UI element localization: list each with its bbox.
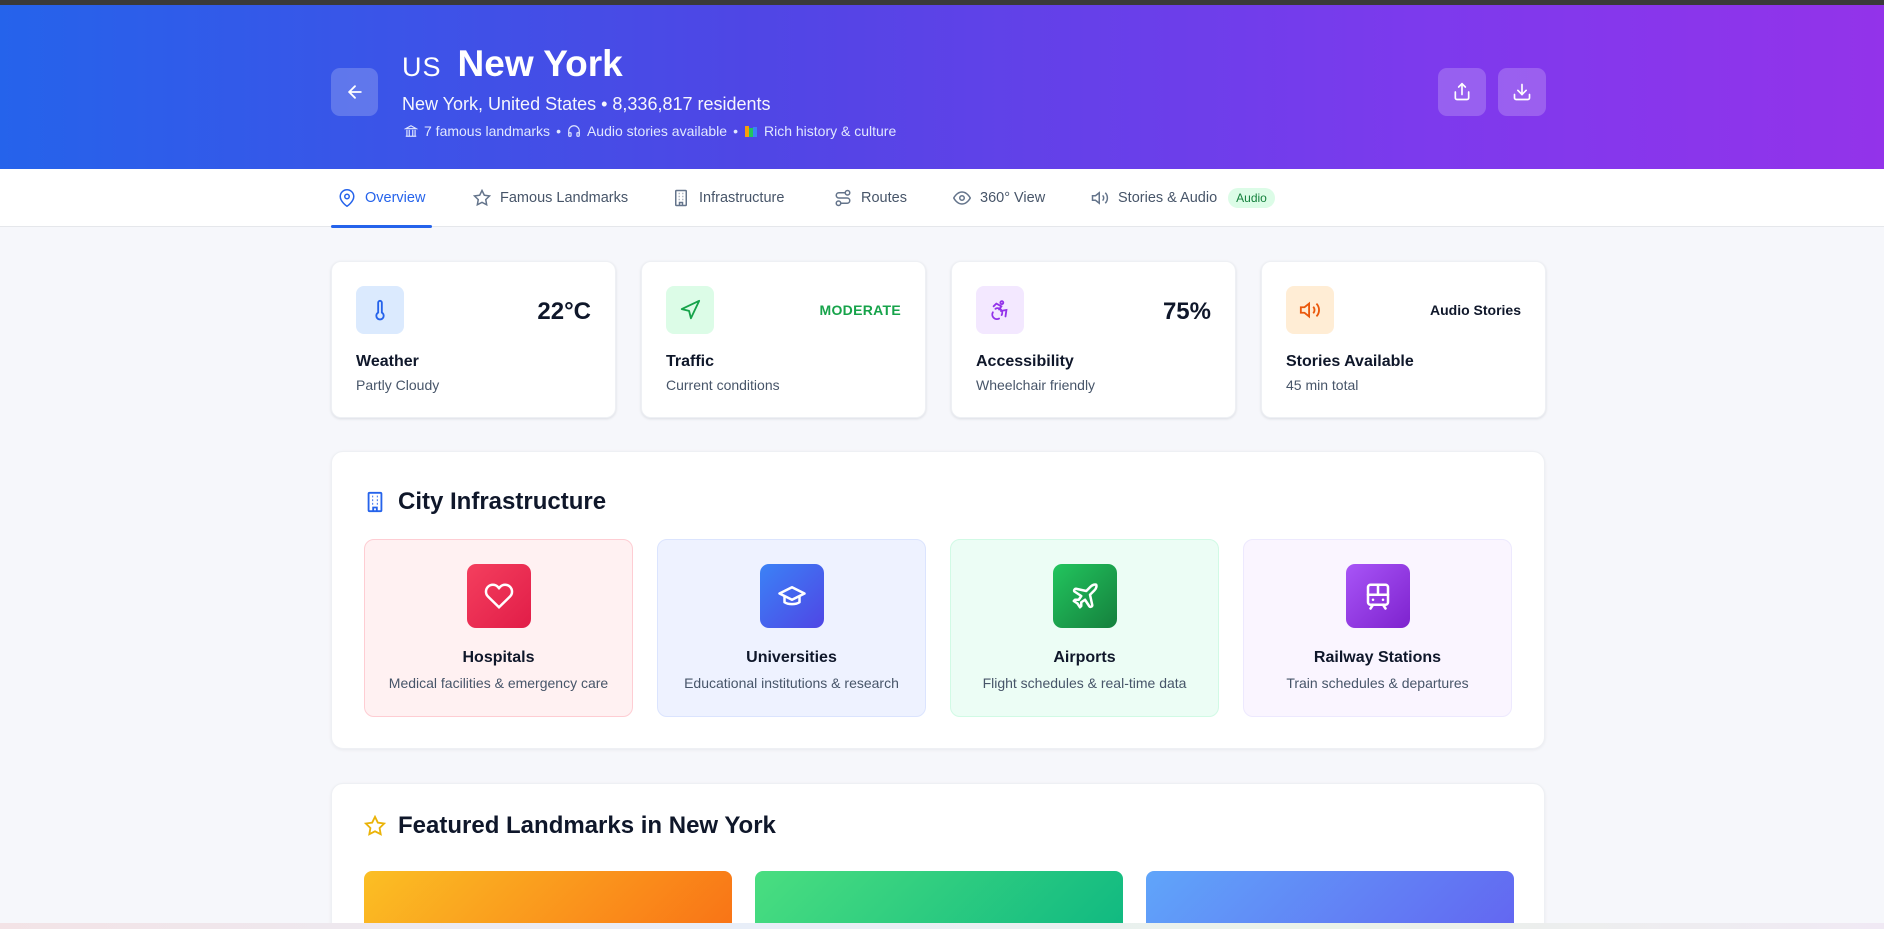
meta-landmarks-text: 7 famous landmarks	[424, 123, 551, 139]
city-infrastructure-panel: City Infrastructure Hospitals Medical fa…	[331, 451, 1545, 749]
weather-label: Weather	[356, 353, 419, 370]
meta-landmarks: 7 famous landmarks	[404, 123, 550, 139]
headphones-icon	[568, 125, 580, 137]
stories-value: Audio Stories	[1429, 302, 1521, 318]
infra-name: Hospitals	[462, 649, 535, 666]
infra-desc: Medical facilities & emergency care	[388, 675, 609, 691]
traffic-sub: Current conditions	[666, 377, 780, 393]
arrow-left-icon	[347, 85, 362, 99]
audio-badge: Audio	[1228, 188, 1275, 208]
stat-icon-wrap	[356, 286, 404, 334]
tab-label: Infrastructure	[699, 190, 785, 206]
country-code: US	[402, 52, 442, 82]
universities-card[interactable]: Universities Educational institutions & …	[657, 539, 926, 717]
infra-icon-wrap	[1052, 564, 1117, 628]
books-icon	[744, 126, 757, 137]
tab-famous-landmarks[interactable]: Famous Landmarks	[473, 169, 628, 227]
featured-title: Featured Landmarks in New York	[398, 812, 776, 839]
plane-icon	[1072, 583, 1098, 609]
infra-name: Universities	[746, 649, 837, 666]
heart-icon	[484, 583, 513, 609]
weather-value: 22°C	[537, 298, 591, 325]
landmark-card[interactable]	[755, 871, 1123, 929]
graduation-cap-icon	[777, 586, 806, 606]
accessibility-value: 75%	[1162, 298, 1211, 325]
featured-heading: Featured Landmarks in New York	[364, 812, 776, 840]
section-tabs: Overview Famous Landmarks Infrastructure…	[0, 169, 1884, 228]
meta-separator: •	[556, 123, 561, 139]
download-icon	[1513, 83, 1531, 101]
building-icon	[367, 491, 383, 513]
volume-icon	[1091, 191, 1109, 205]
infra-icon-wrap	[1345, 564, 1410, 628]
train-icon	[1366, 583, 1389, 610]
infra-name: Airports	[1053, 649, 1116, 666]
tab-label: Routes	[861, 190, 907, 206]
meta-history: Rich history & culture	[744, 123, 896, 139]
tab-label: Stories & Audio	[1118, 190, 1218, 206]
tab-360-view[interactable]: 360° View	[953, 169, 1045, 227]
tab-label: 360° View	[980, 190, 1046, 206]
back-button[interactable]	[331, 68, 378, 116]
city-subtitle: New York, United States • 8,336,817 resi…	[402, 94, 771, 114]
landmark-card[interactable]	[1146, 871, 1514, 929]
meta-audio: Audio stories available	[567, 123, 727, 139]
stories-sub: 45 min total	[1286, 377, 1359, 393]
thermometer-icon	[375, 299, 385, 321]
meta-separator: •	[733, 123, 738, 139]
airports-card[interactable]: Airports Flight schedules & real-time da…	[950, 539, 1219, 717]
meta-audio-text: Audio stories available	[586, 123, 728, 139]
volume-icon	[1299, 301, 1320, 319]
eye-icon	[953, 191, 971, 205]
star-icon	[364, 815, 386, 836]
infra-desc: Educational institutions & research	[684, 675, 899, 691]
landmark-icon	[404, 125, 418, 137]
tab-overview[interactable]: Overview	[331, 169, 433, 228]
hospitals-card[interactable]: Hospitals Medical facilities & emergency…	[364, 539, 633, 717]
map-pin-icon	[339, 189, 355, 207]
landmark-card[interactable]	[364, 871, 732, 929]
meta-history-text: Rich history & culture	[763, 123, 897, 139]
city-hero-header: US New York New York, United States • 8,…	[0, 5, 1884, 169]
traffic-label: Traffic	[666, 353, 715, 370]
traffic-card: MODERATE Traffic Current conditions	[641, 261, 926, 418]
accessibility-sub: Wheelchair friendly	[976, 377, 1096, 393]
stat-icon-wrap	[976, 286, 1024, 334]
infrastructure-heading: City Infrastructure	[364, 488, 606, 516]
building-icon	[675, 189, 687, 207]
download-button[interactable]	[1498, 68, 1546, 116]
infra-desc: Flight schedules & real-time data	[982, 675, 1187, 691]
city-meta: 7 famous landmarks • Audio stories avail…	[404, 123, 896, 139]
accessibility-icon	[991, 300, 1008, 320]
accessibility-card: 75% Accessibility Wheelchair friendly	[951, 261, 1236, 418]
infrastructure-title: City Infrastructure	[398, 488, 607, 515]
stories-card: Audio Stories Stories Available 45 min t…	[1261, 261, 1546, 418]
city-title: New York	[457, 43, 623, 84]
share-button[interactable]	[1438, 68, 1486, 116]
weather-sub: Partly Cloudy	[356, 377, 440, 393]
tab-routes[interactable]: Routes	[834, 169, 907, 227]
infra-name: Railway Stations	[1313, 649, 1442, 666]
infra-icon-wrap	[466, 564, 531, 628]
railway-stations-card[interactable]: Railway Stations Train schedules & depar…	[1243, 539, 1512, 717]
os-taskbar	[0, 923, 1884, 929]
share-icon	[1454, 82, 1470, 101]
infra-icon-wrap	[759, 564, 824, 628]
tab-label: Famous Landmarks	[500, 190, 629, 206]
accessibility-label: Accessibility	[976, 353, 1074, 370]
navigation-icon	[680, 299, 701, 320]
tab-label: Overview	[365, 190, 426, 206]
stat-icon-wrap	[666, 286, 714, 334]
infra-desc: Train schedules & departures	[1286, 675, 1469, 691]
city-title-row: US New York	[402, 43, 623, 85]
traffic-value: MODERATE	[819, 302, 901, 318]
weather-card: 22°C Weather Partly Cloudy	[331, 261, 616, 418]
route-icon	[835, 189, 851, 207]
stat-icon-wrap	[1286, 286, 1334, 334]
tab-infrastructure[interactable]: Infrastructure	[672, 169, 784, 227]
featured-landmarks-panel: Featured Landmarks in New York	[331, 783, 1545, 929]
tab-stories-audio[interactable]: Stories & Audio Audio	[1091, 169, 1275, 227]
star-icon	[473, 189, 491, 207]
stories-label: Stories Available	[1286, 353, 1414, 370]
